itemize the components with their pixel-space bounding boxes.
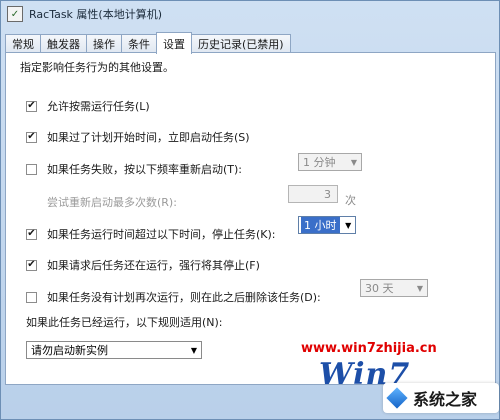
already-running-dropdown[interactable]: 请勿启动新实例 ▼ bbox=[26, 341, 202, 359]
window-title: RacTask 属性(本地计算机) bbox=[29, 8, 163, 21]
chevron-down-icon: ▼ bbox=[416, 283, 424, 293]
watermark-logo: Win7 bbox=[319, 357, 411, 392]
tab-settings[interactable]: 设置 bbox=[156, 32, 192, 54]
tab-general[interactable]: 常规 bbox=[5, 34, 41, 53]
title-bar: ✓ RacTask 属性(本地计算机) bbox=[1, 1, 499, 27]
watermark-brand-badge: 系统之家 bbox=[383, 383, 499, 413]
force-stop-checkbox[interactable]: ✔ bbox=[26, 259, 37, 271]
run-asap-checkbox[interactable]: ✔ bbox=[26, 131, 37, 143]
tab-history[interactable]: 历史记录(已禁用) bbox=[191, 34, 291, 53]
restart-interval-dropdown[interactable]: 1 分钟 ▼ bbox=[298, 153, 362, 171]
force-stop-label: 如果请求后任务还在运行，强行将其停止(F) bbox=[47, 259, 260, 272]
allow-on-demand-label: 允许按需运行任务(L) bbox=[47, 100, 150, 113]
chevron-down-icon: ▼ bbox=[190, 345, 198, 355]
stop-if-long-label: 如果任务运行时间超过以下时间，停止任务(K): bbox=[47, 228, 276, 241]
already-running-value: 请勿启动新实例 bbox=[31, 344, 108, 357]
chevron-down-icon: ▼ bbox=[350, 157, 358, 167]
stop-duration-value: 1 小时 bbox=[301, 217, 340, 233]
tab-actions[interactable]: 操作 bbox=[86, 34, 122, 53]
delete-if-not-scheduled-checkbox[interactable] bbox=[26, 291, 37, 303]
restart-attempts-value: 3 bbox=[324, 187, 331, 201]
restart-interval-value: 1 分钟 bbox=[303, 156, 336, 169]
tab-conditions[interactable]: 条件 bbox=[121, 34, 157, 53]
watermark-site: www.win7zhijia.cn bbox=[301, 341, 437, 356]
diamond-logo-icon bbox=[386, 387, 408, 409]
settings-panel: 指定影响任务行为的其他设置。 ✔ 允许按需运行任务(L) ✔ 如果过了计划开始时… bbox=[5, 52, 496, 385]
restart-on-fail-label: 如果任务失败，按以下频率重新启动(T): bbox=[47, 163, 243, 176]
watermark-brand: 系统之家 bbox=[413, 390, 478, 409]
chevron-down-icon: ▼ bbox=[345, 220, 352, 230]
run-asap-row[interactable]: ✔ 如果过了计划开始时间，立即启动任务(S) bbox=[26, 129, 250, 145]
restart-attempts-spinner[interactable]: 3 bbox=[288, 185, 338, 203]
tab-strip: 常规 触发器 操作 条件 设置 历史记录(已禁用) bbox=[5, 32, 291, 54]
delete-if-not-scheduled-row[interactable]: 如果任务没有计划再次运行，则在此之后删除该任务(D): bbox=[26, 289, 321, 305]
delete-if-not-scheduled-label: 如果任务没有计划再次运行，则在此之后删除该任务(D): bbox=[47, 291, 321, 304]
stop-if-long-row[interactable]: ✔ 如果任务运行时间超过以下时间，停止任务(K): bbox=[26, 226, 276, 242]
force-stop-row[interactable]: ✔ 如果请求后任务还在运行，强行将其停止(F) bbox=[26, 257, 260, 273]
restart-on-fail-row[interactable]: 如果任务失败，按以下频率重新启动(T): bbox=[26, 161, 242, 177]
delete-after-value: 30 天 bbox=[365, 282, 394, 295]
stop-if-long-checkbox[interactable]: ✔ bbox=[26, 228, 37, 240]
settings-description: 指定影响任务行为的其他设置。 bbox=[20, 61, 174, 74]
properties-window: ✓ RacTask 属性(本地计算机) 常规 触发器 操作 条件 设置 历史记录… bbox=[0, 0, 500, 420]
run-asap-label: 如果过了计划开始时间，立即启动任务(S) bbox=[47, 131, 250, 144]
delete-after-dropdown[interactable]: 30 天 ▼ bbox=[360, 279, 428, 297]
stop-duration-dropdown[interactable]: 1 小时 ▼ bbox=[298, 216, 356, 234]
restart-attempts-unit: 次 bbox=[345, 194, 356, 207]
task-scheduler-icon: ✓ bbox=[7, 6, 23, 22]
allow-on-demand-checkbox[interactable]: ✔ bbox=[26, 100, 37, 112]
allow-on-demand-row[interactable]: ✔ 允许按需运行任务(L) bbox=[26, 98, 150, 114]
already-running-label: 如果此任务已经运行，以下规则适用(N): bbox=[26, 316, 223, 329]
tab-triggers[interactable]: 触发器 bbox=[40, 34, 87, 53]
restart-on-fail-checkbox[interactable] bbox=[26, 163, 37, 175]
restart-attempts-label: 尝试重新启动最多次数(R): bbox=[47, 196, 177, 209]
